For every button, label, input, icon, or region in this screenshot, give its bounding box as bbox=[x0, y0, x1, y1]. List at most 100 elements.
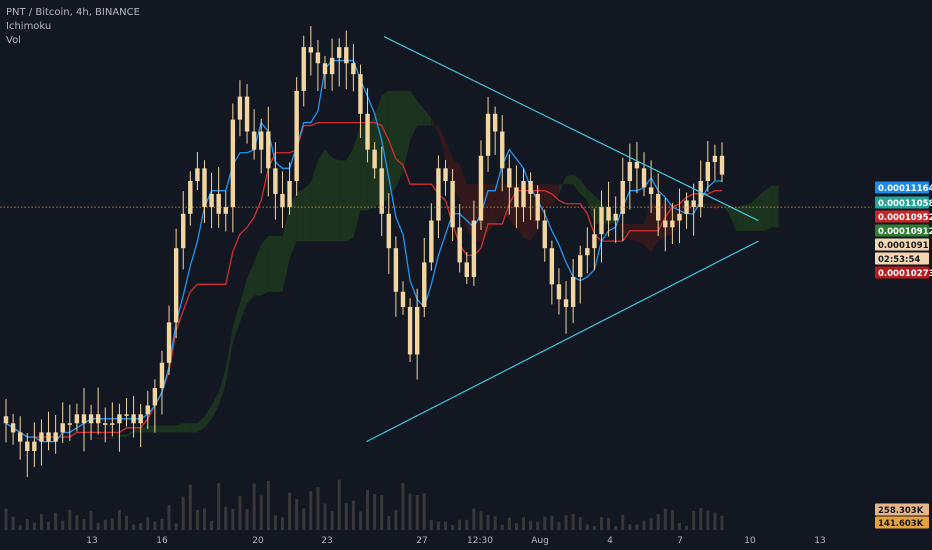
candle-body bbox=[627, 162, 633, 181]
volume-bar bbox=[302, 508, 306, 530]
candle-body bbox=[110, 423, 115, 425]
volume-bar bbox=[507, 517, 511, 530]
volume-bar bbox=[358, 511, 362, 530]
volume-bar bbox=[188, 484, 192, 530]
volume-bar bbox=[486, 514, 490, 530]
cloud-segment bbox=[729, 207, 737, 231]
candle-body bbox=[344, 47, 349, 64]
candle-body bbox=[81, 414, 87, 424]
volume-bar bbox=[699, 508, 703, 530]
candle-body bbox=[500, 131, 505, 169]
volume-bar bbox=[543, 516, 547, 530]
cloud-segment bbox=[91, 436, 99, 440]
candle-body bbox=[315, 52, 321, 64]
volume-bars bbox=[4, 479, 724, 530]
x-tick-label: 20 bbox=[252, 536, 264, 546]
time-axis[interactable]: 13 16 20 23 27 12:30 Aug 4 7 10 13 bbox=[86, 536, 825, 546]
candle-body bbox=[358, 74, 363, 114]
volume-bar bbox=[599, 517, 603, 530]
candle-body bbox=[166, 322, 172, 363]
candle-body bbox=[95, 414, 101, 424]
candle-body bbox=[329, 57, 335, 75]
volume-label[interactable]: Vol bbox=[6, 34, 140, 48]
candle-body bbox=[138, 414, 143, 424]
cloud-segment bbox=[750, 197, 758, 231]
candle-body bbox=[259, 131, 264, 150]
x-tick-label: 13 bbox=[814, 536, 825, 546]
volume-bar bbox=[323, 503, 327, 530]
volume-bar bbox=[252, 483, 256, 530]
cloud-segment bbox=[239, 278, 248, 323]
price-tag-label: 0.00011164 bbox=[878, 184, 932, 194]
candle-body bbox=[691, 200, 696, 208]
volume-bar bbox=[529, 520, 533, 530]
volume-bar bbox=[436, 521, 440, 530]
cloud-segment bbox=[410, 90, 418, 141]
cloud-segment bbox=[169, 425, 177, 433]
candle-body bbox=[407, 306, 413, 355]
volume-bar bbox=[153, 521, 157, 530]
candle-body bbox=[244, 96, 250, 132]
symbol-title[interactable]: PNT / Bitcoin, 4h, BINANCE bbox=[6, 6, 140, 20]
candle-body bbox=[25, 441, 30, 451]
price-tag-label: 0.00010912 bbox=[878, 227, 932, 237]
candle-body bbox=[429, 220, 434, 263]
volume-bar bbox=[330, 510, 334, 530]
candle-body bbox=[578, 255, 583, 277]
x-tick-label: Aug bbox=[531, 536, 549, 546]
price-tag-label: 141.603K bbox=[878, 519, 924, 529]
volume-bar bbox=[160, 518, 164, 530]
volume-bar bbox=[713, 512, 717, 530]
candle-body bbox=[216, 193, 221, 214]
volume-bar bbox=[614, 525, 618, 530]
cloud-segment bbox=[76, 432, 84, 437]
volume-bar bbox=[472, 508, 476, 530]
volume-bar bbox=[217, 483, 221, 530]
candle-body bbox=[287, 180, 292, 208]
candle-body bbox=[53, 432, 58, 442]
volume-bar bbox=[195, 509, 199, 530]
candle-body bbox=[478, 155, 484, 221]
volume-bar bbox=[266, 480, 270, 530]
volume-bar bbox=[96, 522, 100, 530]
candle-body bbox=[173, 248, 179, 323]
cloud-segment bbox=[566, 174, 574, 185]
cloud-segment bbox=[580, 179, 588, 201]
price-chart[interactable]: 13 16 20 23 27 12:30 Aug 4 7 10 13 0.000111640.000… bbox=[0, 0, 932, 550]
candle-body bbox=[209, 193, 214, 208]
volume-bar bbox=[61, 520, 65, 530]
volume-bar bbox=[685, 525, 689, 530]
volume-bar bbox=[422, 493, 426, 530]
triangle-pattern[interactable] bbox=[366, 36, 759, 443]
candle-body bbox=[599, 207, 604, 235]
volume-bar bbox=[592, 525, 596, 530]
candle-body bbox=[507, 168, 512, 188]
volume-bar bbox=[125, 515, 129, 530]
cloud-segment bbox=[133, 427, 141, 433]
cloud-segment bbox=[743, 203, 751, 231]
candle-body bbox=[663, 220, 668, 228]
candle-body bbox=[32, 441, 37, 451]
volume-bar bbox=[536, 521, 540, 530]
candle-body bbox=[492, 113, 498, 132]
candle-body bbox=[336, 47, 342, 58]
volume-bar bbox=[656, 513, 660, 530]
candle-body bbox=[542, 220, 547, 249]
ichimoku-lines bbox=[5, 59, 722, 443]
volume-bar bbox=[103, 519, 107, 530]
chart-legend: PNT / Bitcoin, 4h, BINANCE Ichimoku Vol bbox=[6, 6, 140, 48]
volume-bar bbox=[273, 515, 277, 530]
volume-bar bbox=[429, 519, 433, 530]
cloud-segment bbox=[126, 430, 134, 437]
volume-bar bbox=[578, 517, 582, 530]
volume-bar bbox=[202, 508, 206, 530]
volume-bar bbox=[677, 522, 681, 530]
candle-body bbox=[17, 432, 23, 442]
candle-body bbox=[237, 96, 243, 120]
cloud-segment bbox=[310, 160, 318, 242]
cloud-segment bbox=[211, 392, 219, 419]
x-tick-label: 10 bbox=[744, 536, 756, 546]
ichimoku-label[interactable]: Ichimoku bbox=[6, 20, 140, 34]
volume-bar bbox=[210, 520, 214, 530]
volume-bar bbox=[692, 510, 696, 530]
